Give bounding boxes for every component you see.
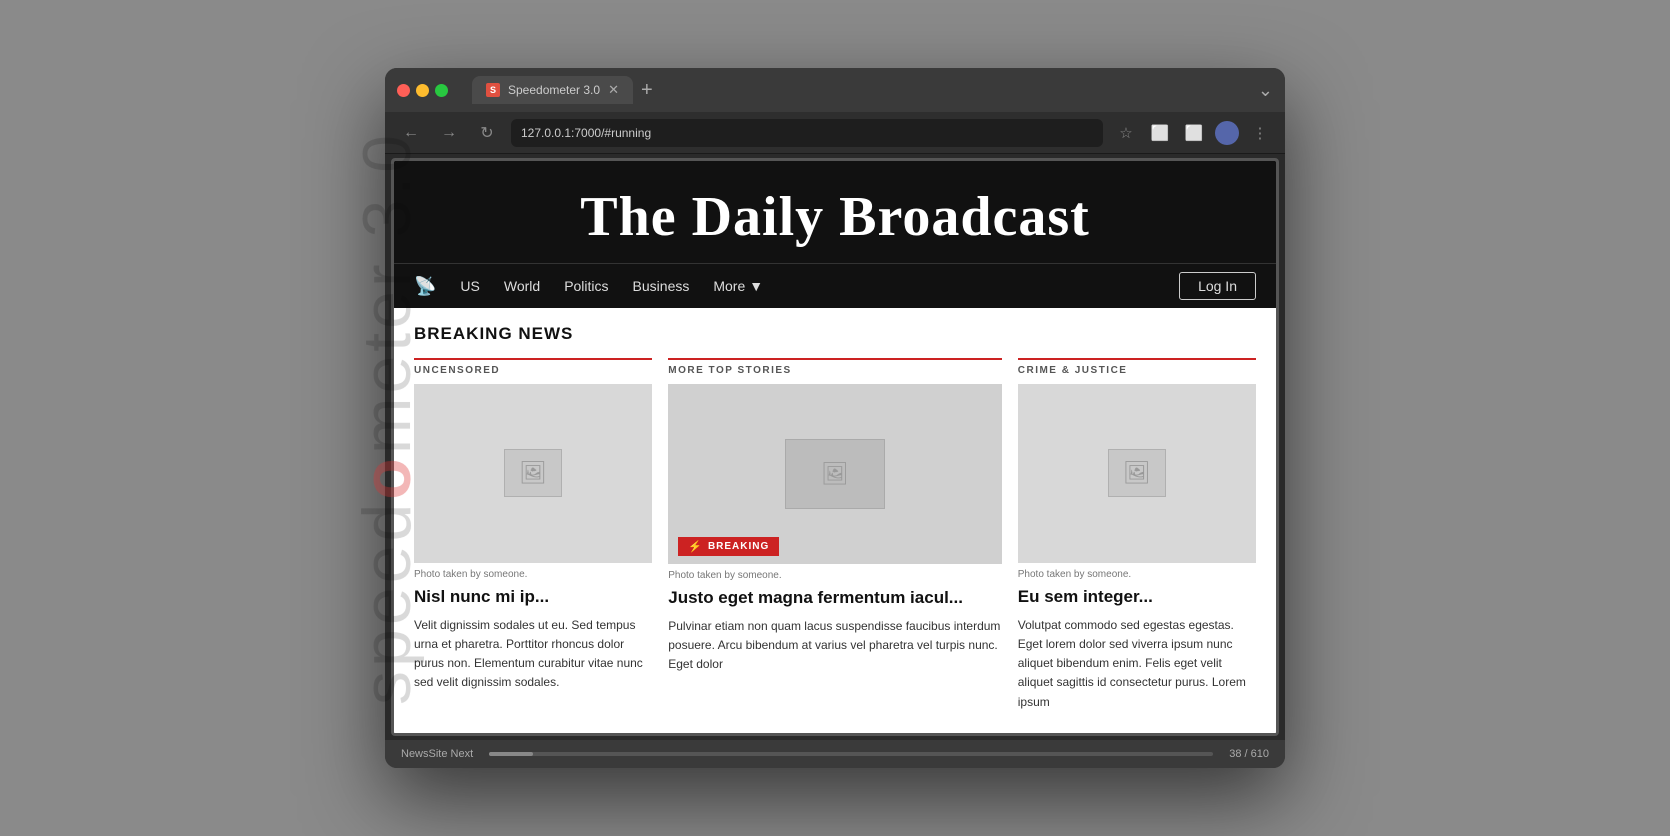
section-label-2: MORE TOP STORIES [668,358,1002,376]
photo-credit-3: Photo taken by someone. [1018,569,1256,580]
photo-credit-2: Photo taken by someone. [668,570,1002,581]
article-col-1: UNCENSORED 🖼 Photo taken by someone. Nis… [414,358,652,712]
extensions-icon[interactable]: ⬜ [1147,120,1173,146]
reload-button[interactable]: ↻ [473,119,501,147]
tab-title: Speedometer 3.0 [508,83,600,97]
new-tab-button[interactable]: + [633,79,661,102]
progress-bar [489,752,1213,756]
nav-politics[interactable]: Politics [564,278,608,294]
article-title-2[interactable]: Justo eget magna fermentum iacul... [668,587,1002,609]
nav-business[interactable]: Business [633,278,690,294]
newspaper-header: The Daily Broadcast [394,161,1276,263]
image-placeholder-inner-1: 🖼 [504,449,562,497]
image-placeholder-inner-2: 🖼 [785,439,885,509]
chevron-down-icon: ▼ [749,278,763,294]
article-body-3: Volutpat commodo sed egestas egestas. Eg… [1018,616,1256,712]
arrow-icon: ⚡ [688,540,703,553]
image-icon-2: 🖼 [821,461,849,487]
articles-grid: UNCENSORED 🖼 Photo taken by someone. Nis… [414,358,1256,712]
article-body-2: Pulvinar etiam non quam lacus suspendiss… [668,617,1002,675]
breaking-badge-label: BREAKING [708,541,769,552]
article-title-3[interactable]: Eu sem integer... [1018,586,1256,608]
article-col-2: MORE TOP STORIES 🖼 ⚡ BREAKING Photo take… [668,358,1002,712]
login-button[interactable]: Log In [1179,272,1256,300]
satellite-icon: 📡 [414,276,436,297]
photo-credit-1: Photo taken by someone. [414,569,652,580]
image-icon-3: 🖼 [1123,460,1151,486]
article-image-1: 🖼 [414,384,652,563]
nav-more[interactable]: More ▼ [713,278,763,294]
tab-bar: S Speedometer 3.0 ✕ + ⌄ [472,76,1273,104]
breaking-badge: ⚡ BREAKING [678,537,779,556]
site-frame: The Daily Broadcast 📡 US World Politics … [391,158,1279,736]
maximize-button[interactable] [435,84,448,97]
title-bar: S Speedometer 3.0 ✕ + ⌄ [385,68,1285,112]
tab-dropdown-button[interactable]: ⌄ [1258,80,1273,101]
nav-us[interactable]: US [460,278,479,294]
toolbar-icons: ☆ ⬜ ⬜ ⋮ [1113,120,1273,146]
article-body-1: Velit dignissim sodales ut eu. Sed tempu… [414,616,652,693]
nav-more-label: More [713,278,745,294]
newspaper-content: BREAKING NEWS UNCENSORED 🖼 Photo taken b… [394,308,1276,733]
menu-icon[interactable]: ⋮ [1247,120,1273,146]
traffic-lights [397,84,448,97]
forward-button[interactable]: → [435,119,463,147]
nav-world[interactable]: World [504,278,540,294]
avatar[interactable] [1215,121,1239,145]
breaking-news-header: BREAKING NEWS [414,324,1256,344]
newspaper-nav: 📡 US World Politics Business More ▼ Log … [394,263,1276,308]
article-col-3: CRIME & JUSTICE 🖼 Photo taken by someone… [1018,358,1256,712]
newspaper-title: The Daily Broadcast [414,189,1256,245]
section-label-3: CRIME & JUSTICE [1018,358,1256,376]
image-icon-1: 🖼 [519,460,547,486]
browser-window: S Speedometer 3.0 ✕ + ⌄ ← → ↻ ☆ ⬜ ⬜ ⋮ Th… [385,68,1285,768]
section-label-1: UNCENSORED [414,358,652,376]
image-placeholder-inner-3: 🖼 [1108,449,1166,497]
progress-bar-fill [489,752,532,756]
close-button[interactable] [397,84,410,97]
address-bar: ← → ↻ ☆ ⬜ ⬜ ⋮ [385,112,1285,154]
article-image-2: 🖼 ⚡ BREAKING [668,384,1002,564]
progress-left-label: NewsSite Next [401,748,473,760]
bottom-bar: NewsSite Next 38 / 610 [385,740,1285,768]
tab-close-button[interactable]: ✕ [608,82,619,98]
article-title-1[interactable]: Nisl nunc mi ip... [414,586,652,608]
progress-count: 38 / 610 [1229,748,1269,760]
profile-icon[interactable]: ⬜ [1181,120,1207,146]
back-button[interactable]: ← [397,119,425,147]
tab-favicon: S [486,83,500,97]
bookmark-icon[interactable]: ☆ [1113,120,1139,146]
active-tab[interactable]: S Speedometer 3.0 ✕ [472,76,633,104]
minimize-button[interactable] [416,84,429,97]
url-input[interactable] [511,119,1103,147]
article-image-3: 🖼 [1018,384,1256,563]
